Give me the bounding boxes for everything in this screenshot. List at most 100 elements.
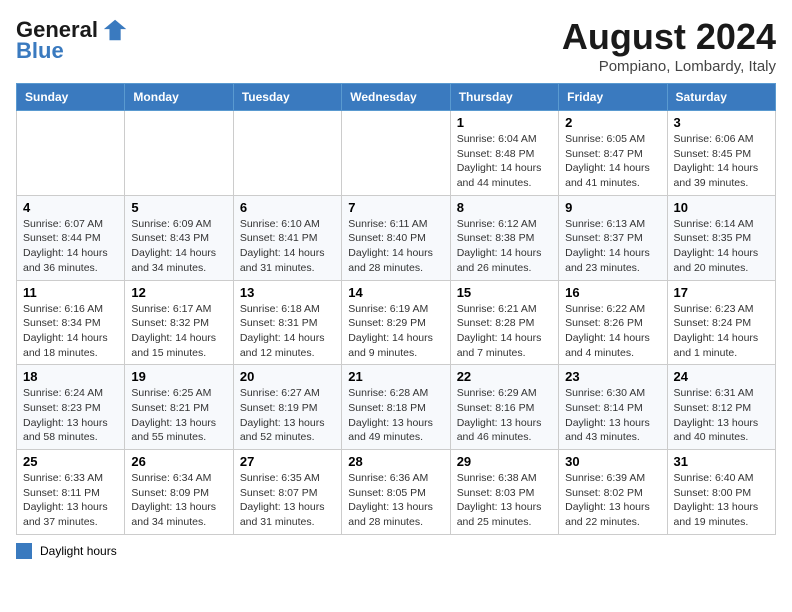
calendar-cell: 28 Sunrise: 6:36 AM Sunset: 8:05 PM Dayli… [342, 450, 450, 535]
day-info: Sunrise: 6:06 AM Sunset: 8:45 PM Dayligh… [674, 132, 769, 191]
calendar-cell: 20 Sunrise: 6:27 AM Sunset: 8:19 PM Dayli… [233, 365, 341, 450]
day-number: 14 [348, 285, 443, 300]
day-number: 4 [23, 200, 118, 215]
day-info: Sunrise: 6:12 AM Sunset: 8:38 PM Dayligh… [457, 217, 552, 276]
day-number: 2 [565, 115, 660, 130]
day-info: Sunrise: 6:22 AM Sunset: 8:26 PM Dayligh… [565, 302, 660, 361]
calendar-cell: 9 Sunrise: 6:13 AM Sunset: 8:37 PM Daylig… [559, 195, 667, 280]
day-info: Sunrise: 6:25 AM Sunset: 8:21 PM Dayligh… [131, 386, 226, 445]
day-info: Sunrise: 6:23 AM Sunset: 8:24 PM Dayligh… [674, 302, 769, 361]
calendar-cell: 24Sunrise: 6:31 AM Sunset: 8:12 PM Dayli… [667, 365, 775, 450]
calendar-cell: 10 Sunrise: 6:14 AM Sunset: 8:35 PM Dayli… [667, 195, 775, 280]
day-number: 11 [23, 285, 118, 300]
day-info: Sunrise: 6:33 AM Sunset: 8:11 PM Dayligh… [23, 471, 118, 530]
calendar-cell: 31Sunrise: 6:40 AM Sunset: 8:00 PM Dayli… [667, 450, 775, 535]
calendar-week-row: 11 Sunrise: 6:16 AM Sunset: 8:34 PM Dayli… [17, 280, 776, 365]
day-info: Sunrise: 6:31 AM Sunset: 8:12 PM Dayligh… [674, 386, 769, 445]
calendar-cell: 8 Sunrise: 6:12 AM Sunset: 8:38 PM Daylig… [450, 195, 558, 280]
calendar-cell: 25 Sunrise: 6:33 AM Sunset: 8:11 PM Dayli… [17, 450, 125, 535]
calendar-cell: 18Sunrise: 6:24 AM Sunset: 8:23 PM Dayli… [17, 365, 125, 450]
day-number: 8 [457, 200, 552, 215]
day-info: Sunrise: 6:28 AM Sunset: 8:18 PM Dayligh… [348, 386, 443, 445]
day-number: 6 [240, 200, 335, 215]
logo-blue-text: Blue [16, 38, 64, 64]
weekday-header: Tuesday [233, 84, 341, 111]
day-info: Sunrise: 6:19 AM Sunset: 8:29 PM Dayligh… [348, 302, 443, 361]
weekday-header: Thursday [450, 84, 558, 111]
weekday-header: Monday [125, 84, 233, 111]
day-number: 21 [348, 369, 443, 384]
calendar-cell: 16 Sunrise: 6:22 AM Sunset: 8:26 PM Dayli… [559, 280, 667, 365]
day-number: 3 [674, 115, 769, 130]
day-info: Sunrise: 6:21 AM Sunset: 8:28 PM Dayligh… [457, 302, 552, 361]
day-info: Sunrise: 6:35 AM Sunset: 8:07 PM Dayligh… [240, 471, 335, 530]
calendar-cell: 5 Sunrise: 6:09 AM Sunset: 8:43 PM Daylig… [125, 195, 233, 280]
day-info: Sunrise: 6:30 AM Sunset: 8:14 PM Dayligh… [565, 386, 660, 445]
calendar-cell: 22Sunrise: 6:29 AM Sunset: 8:16 PM Dayli… [450, 365, 558, 450]
page-header: General Blue August 2024 Pompiano, Lomba… [16, 16, 776, 75]
calendar-cell: 4 Sunrise: 6:07 AM Sunset: 8:44 PM Daylig… [17, 195, 125, 280]
month-year-title: August 2024 [562, 16, 776, 58]
day-number: 27 [240, 454, 335, 469]
day-number: 25 [23, 454, 118, 469]
day-number: 28 [348, 454, 443, 469]
day-number: 26 [131, 454, 226, 469]
calendar-cell: 17 Sunrise: 6:23 AM Sunset: 8:24 PM Dayli… [667, 280, 775, 365]
day-info: Sunrise: 6:07 AM Sunset: 8:44 PM Dayligh… [23, 217, 118, 276]
day-number: 18 [23, 369, 118, 384]
day-number: 9 [565, 200, 660, 215]
day-info: Sunrise: 6:38 AM Sunset: 8:03 PM Dayligh… [457, 471, 552, 530]
day-number: 10 [674, 200, 769, 215]
calendar-cell: 14 Sunrise: 6:19 AM Sunset: 8:29 PM Dayli… [342, 280, 450, 365]
calendar-cell: 21 Sunrise: 6:28 AM Sunset: 8:18 PM Dayli… [342, 365, 450, 450]
day-number: 20 [240, 369, 335, 384]
calendar-cell: 13 Sunrise: 6:18 AM Sunset: 8:31 PM Dayli… [233, 280, 341, 365]
calendar-week-row: 25 Sunrise: 6:33 AM Sunset: 8:11 PM Dayli… [17, 450, 776, 535]
day-number: 17 [674, 285, 769, 300]
calendar-cell: 19 Sunrise: 6:25 AM Sunset: 8:21 PM Dayli… [125, 365, 233, 450]
day-number: 1 [457, 115, 552, 130]
day-info: Sunrise: 6:14 AM Sunset: 8:35 PM Dayligh… [674, 217, 769, 276]
legend-label: Daylight hours [40, 544, 117, 558]
day-info: Sunrise: 6:17 AM Sunset: 8:32 PM Dayligh… [131, 302, 226, 361]
location-subtitle: Pompiano, Lombardy, Italy [562, 58, 776, 75]
day-info: Sunrise: 6:16 AM Sunset: 8:34 PM Dayligh… [23, 302, 118, 361]
day-info: Sunrise: 6:36 AM Sunset: 8:05 PM Dayligh… [348, 471, 443, 530]
calendar-cell: 30 Sunrise: 6:39 AM Sunset: 8:02 PM Dayli… [559, 450, 667, 535]
calendar-cell [233, 111, 341, 196]
day-info: Sunrise: 6:11 AM Sunset: 8:40 PM Dayligh… [348, 217, 443, 276]
calendar-cell: 23Sunrise: 6:30 AM Sunset: 8:14 PM Dayli… [559, 365, 667, 450]
day-number: 7 [348, 200, 443, 215]
calendar-week-row: 18Sunrise: 6:24 AM Sunset: 8:23 PM Dayli… [17, 365, 776, 450]
calendar-cell: 15 Sunrise: 6:21 AM Sunset: 8:28 PM Dayli… [450, 280, 558, 365]
weekday-header: Sunday [17, 84, 125, 111]
legend-color-box [16, 543, 32, 559]
day-info: Sunrise: 6:27 AM Sunset: 8:19 PM Dayligh… [240, 386, 335, 445]
calendar-table: SundayMondayTuesdayWednesdayThursdayFrid… [16, 83, 776, 535]
calendar-cell: 6 Sunrise: 6:10 AM Sunset: 8:41 PM Daylig… [233, 195, 341, 280]
day-info: Sunrise: 6:39 AM Sunset: 8:02 PM Dayligh… [565, 471, 660, 530]
day-number: 30 [565, 454, 660, 469]
day-number: 16 [565, 285, 660, 300]
day-info: Sunrise: 6:13 AM Sunset: 8:37 PM Dayligh… [565, 217, 660, 276]
day-number: 15 [457, 285, 552, 300]
calendar-cell: 11 Sunrise: 6:16 AM Sunset: 8:34 PM Dayli… [17, 280, 125, 365]
calendar-cell [125, 111, 233, 196]
calendar-cell: 2Sunrise: 6:05 AM Sunset: 8:47 PM Daylig… [559, 111, 667, 196]
day-info: Sunrise: 6:18 AM Sunset: 8:31 PM Dayligh… [240, 302, 335, 361]
day-number: 13 [240, 285, 335, 300]
day-info: Sunrise: 6:09 AM Sunset: 8:43 PM Dayligh… [131, 217, 226, 276]
day-number: 12 [131, 285, 226, 300]
logo: General Blue [16, 16, 130, 64]
day-number: 5 [131, 200, 226, 215]
day-info: Sunrise: 6:29 AM Sunset: 8:16 PM Dayligh… [457, 386, 552, 445]
weekday-header: Saturday [667, 84, 775, 111]
day-info: Sunrise: 6:34 AM Sunset: 8:09 PM Dayligh… [131, 471, 226, 530]
day-info: Sunrise: 6:10 AM Sunset: 8:41 PM Dayligh… [240, 217, 335, 276]
day-number: 19 [131, 369, 226, 384]
calendar-cell: 27 Sunrise: 6:35 AM Sunset: 8:07 PM Dayli… [233, 450, 341, 535]
calendar-cell [342, 111, 450, 196]
day-number: 29 [457, 454, 552, 469]
day-info: Sunrise: 6:04 AM Sunset: 8:48 PM Dayligh… [457, 132, 552, 191]
calendar-cell: 3 Sunrise: 6:06 AM Sunset: 8:45 PM Daylig… [667, 111, 775, 196]
